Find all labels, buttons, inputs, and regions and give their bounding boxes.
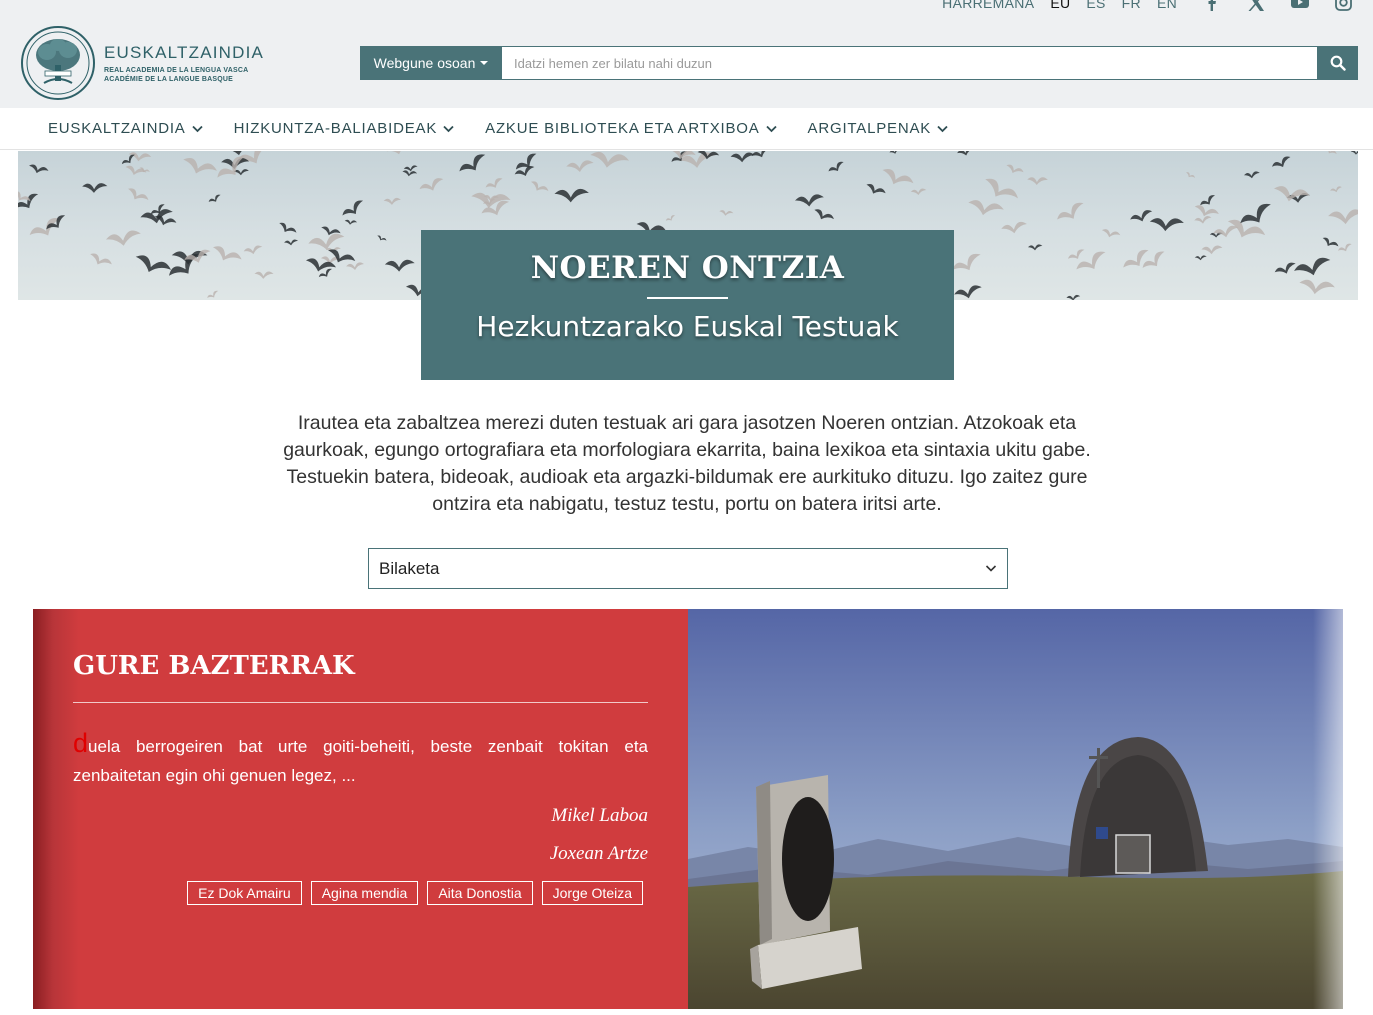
chevron-down-icon xyxy=(765,125,777,132)
chevron-down-icon xyxy=(443,125,454,132)
nav-item-hizkuntza-baliabideak[interactable]: HIZKUNTZA-BALIABIDEAK xyxy=(234,108,455,149)
search-type-select[interactable]: Bilaketa xyxy=(368,548,1008,589)
feature-divider xyxy=(73,702,648,703)
logo-subtitle-es: REAL ACADEMIA DE LA LENGUA VASCA xyxy=(104,67,249,74)
title-divider xyxy=(647,297,728,299)
lang-fr[interactable]: FR xyxy=(1122,0,1141,11)
feature-author: Mikel Laboa xyxy=(551,805,648,826)
youtube-icon[interactable] xyxy=(1291,0,1309,11)
chevron-down-icon xyxy=(191,125,203,132)
nav-item-label: AZKUE BIBLIOTEKA ETA ARTXIBOA xyxy=(485,120,760,137)
page-subtitle: Hezkuntzarako Euskal Testuak xyxy=(476,310,899,343)
search-icon xyxy=(1330,55,1346,71)
lang-en[interactable]: EN xyxy=(1157,0,1177,11)
select-value: Bilaketa xyxy=(379,558,440,578)
lang-eu[interactable]: EU xyxy=(1050,0,1070,11)
caret-down-icon xyxy=(480,61,489,65)
feature-excerpt-text: uela berrogeiren bat urte goiti-beheiti,… xyxy=(73,737,648,785)
feature-tags: Ez Dok Amairu Agina mendia Aita Donostia… xyxy=(178,881,643,905)
tag-link[interactable]: Agina mendia xyxy=(310,881,419,905)
contact-link[interactable]: HARREMANA xyxy=(942,0,1034,11)
logo-subtitle-fr: ACADÉMIE DE LA LANGUE BASQUE xyxy=(104,76,234,83)
search-scope-label: Webgune osoan xyxy=(373,55,476,71)
chevron-down-icon xyxy=(937,125,948,132)
instagram-icon[interactable] xyxy=(1335,0,1353,11)
site-search: Webgune osoan xyxy=(360,46,1358,80)
nav-item-azkue-biblioteka[interactable]: AZKUE BIBLIOTEKA ETA ARTXIBOA xyxy=(485,108,777,149)
feature-author: Joxean Artze xyxy=(549,843,648,864)
search-input[interactable] xyxy=(502,46,1318,80)
feature-excerpt: duela berrogeiren bat urte goiti-beheiti… xyxy=(73,729,648,790)
tag-link[interactable]: Ez Dok Amairu xyxy=(187,881,302,905)
nav-item-euskaltzaindia[interactable]: EUSKALTZAINDIA xyxy=(48,108,203,149)
facebook-icon[interactable] xyxy=(1203,0,1221,11)
feature-photo-chapel-monument[interactable] xyxy=(688,609,1343,1009)
feature-card-text[interactable]: GURE BAZTERRAK duela berrogeiren bat urt… xyxy=(33,609,688,1009)
feature-title[interactable]: GURE BAZTERRAK xyxy=(73,651,355,681)
page-title: NOEREN ONTZIA xyxy=(530,250,845,286)
x-icon[interactable] xyxy=(1247,0,1265,11)
tag-link[interactable]: Aita Donostia xyxy=(427,881,533,905)
main-navigation: EUSKALTZAINDIA HIZKUNTZA-BALIABIDEAK AZK… xyxy=(0,108,1373,150)
utility-bar: HARREMANA EU ES FR EN xyxy=(922,0,1353,11)
feature-dropcap: d xyxy=(73,728,89,758)
nav-item-label: EUSKALTZAINDIA xyxy=(48,120,186,137)
lang-es[interactable]: ES xyxy=(1086,0,1105,11)
intro-paragraph: Irautea eta zabaltzea merezi duten testu… xyxy=(283,412,1091,515)
top-header: HARREMANA EU ES FR EN EUSKALTZAINDIA REA… xyxy=(0,0,1373,108)
hero-title-box: NOEREN ONTZIA Hezkuntzarako Euskal Testu… xyxy=(421,230,954,380)
logo-name: EUSKALTZAINDIA xyxy=(104,43,265,62)
euskaltzaindia-logo[interactable]: EUSKALTZAINDIA REAL ACADEMIA DE LA LENGU… xyxy=(20,25,263,101)
tag-link[interactable]: Jorge Oteiza xyxy=(541,881,643,905)
nav-item-label: ARGITALPENAK xyxy=(807,120,932,137)
nav-item-argitalpenak[interactable]: ARGITALPENAK xyxy=(808,108,949,149)
chevron-down-icon xyxy=(985,565,997,572)
search-button[interactable] xyxy=(1318,46,1358,80)
nav-item-label: HIZKUNTZA-BALIABIDEAK xyxy=(233,120,438,137)
oak-tree-seal-icon xyxy=(21,26,95,100)
search-scope-dropdown[interactable]: Webgune osoan xyxy=(360,46,502,80)
